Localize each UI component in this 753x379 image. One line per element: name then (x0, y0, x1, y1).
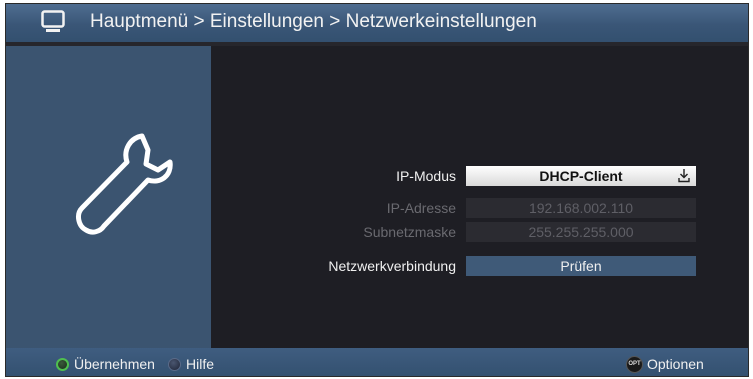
apply-label: Übernehmen (74, 356, 155, 372)
ip-address-label: IP-Adresse (386, 200, 456, 216)
side-panel (6, 46, 211, 348)
tv-icon (41, 10, 65, 39)
ip-mode-row[interactable]: IP-Modus DHCP-Client (211, 166, 748, 186)
breadcrumb: Hauptmenü > Einstellungen > Netzwerkeins… (90, 11, 537, 32)
subnet-label: Subnetzmaske (363, 224, 456, 240)
ip-mode-label: IP-Modus (396, 168, 456, 184)
check-connection-button[interactable]: Prüfen (466, 256, 696, 276)
ip-address-field: 192.168.002.110 (466, 198, 696, 218)
wrench-icon (68, 130, 174, 247)
ip-address-row: IP-Adresse 192.168.002.110 (211, 198, 748, 218)
subnet-field: 255.255.255.000 (466, 222, 696, 242)
dropdown-icon (678, 169, 690, 183)
apply-button[interactable]: Übernehmen (56, 355, 155, 373)
connection-row[interactable]: Netzwerkverbindung Prüfen (211, 256, 748, 276)
settings-panel: IP-Modus DHCP-Client IP-Adresse 192.168.… (211, 46, 748, 348)
connection-label: Netzwerkverbindung (328, 258, 456, 274)
ip-mode-select[interactable]: DHCP-Client (466, 166, 696, 186)
blue-key-icon (168, 357, 181, 371)
subnet-row: Subnetzmaske 255.255.255.000 (211, 222, 748, 242)
opt-key-icon: OPT (626, 355, 643, 373)
options-label: Optionen (647, 356, 704, 372)
ip-mode-value: DHCP-Client (539, 168, 623, 184)
help-label: Hilfe (186, 356, 215, 372)
help-button[interactable]: Hilfe (168, 355, 214, 373)
footer-bar: Übernehmen Hilfe OPT Optionen (6, 348, 748, 376)
options-button[interactable]: OPT Optionen (626, 355, 704, 373)
title-bar: Hauptmenü > Einstellungen > Netzwerkeins… (6, 4, 748, 42)
green-key-icon (56, 357, 69, 371)
tv-screen: Hauptmenü > Einstellungen > Netzwerkeins… (5, 3, 749, 377)
